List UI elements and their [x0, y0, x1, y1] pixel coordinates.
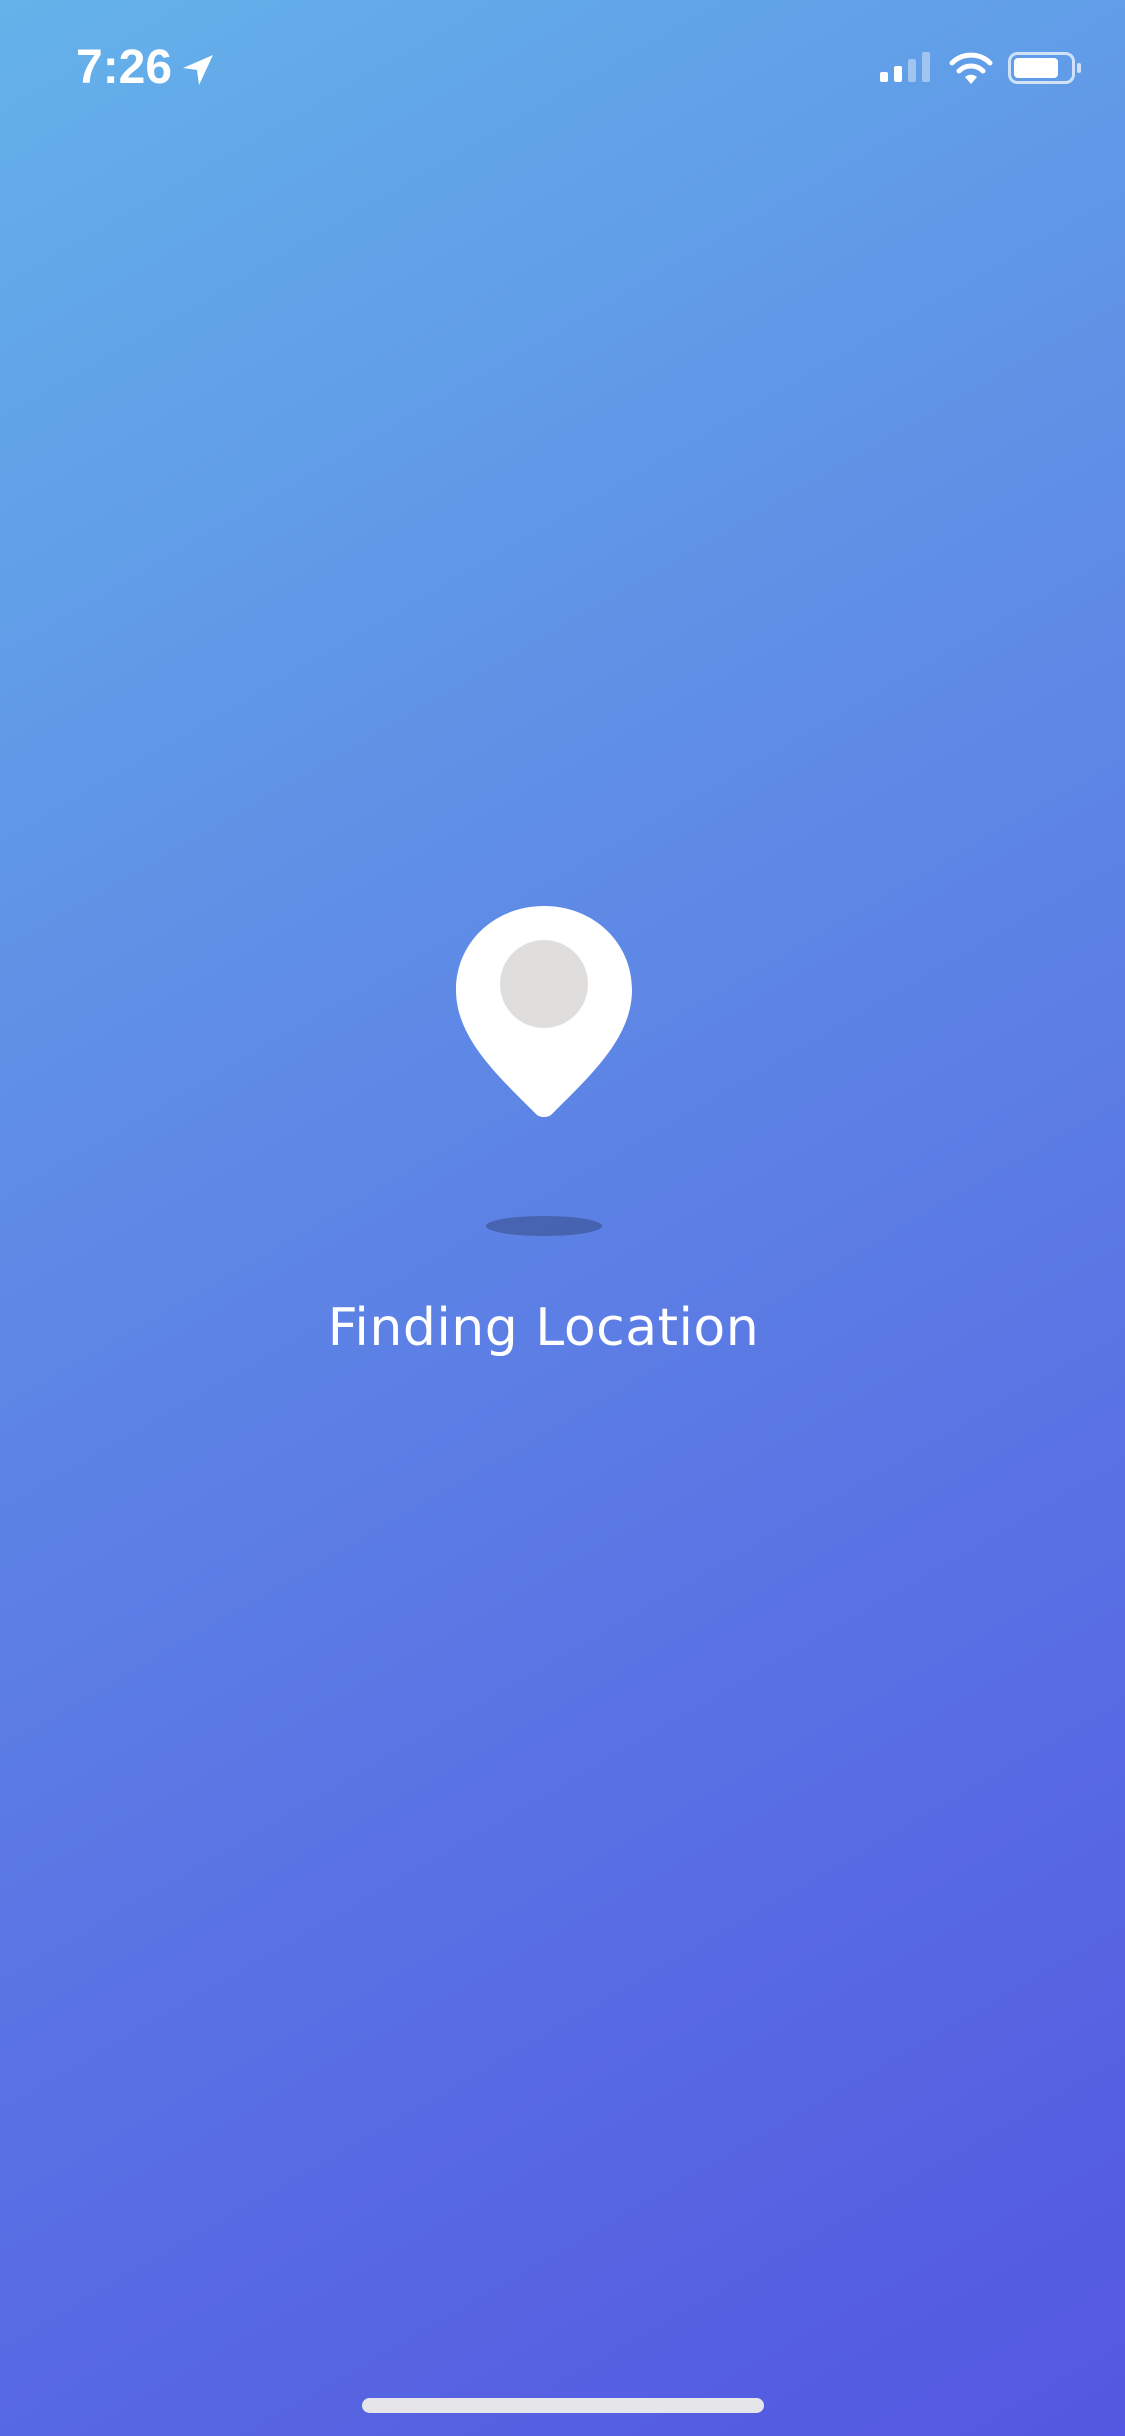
- status-time: 7:26: [76, 41, 173, 94]
- location-pin-icon: [456, 906, 632, 1117]
- finding-location-label: Finding Location: [327, 1298, 760, 1358]
- home-indicator[interactable]: [362, 2398, 764, 2413]
- wifi-icon: [949, 52, 993, 84]
- location-arrow-icon: [183, 55, 213, 85]
- finding-location-panel: Finding Location: [0, 900, 1125, 1400]
- battery-icon: [1008, 52, 1081, 84]
- cellular-signal-icon: [880, 52, 930, 82]
- pin-shadow: [486, 1216, 602, 1236]
- status-bar: 7:26: [0, 0, 1125, 132]
